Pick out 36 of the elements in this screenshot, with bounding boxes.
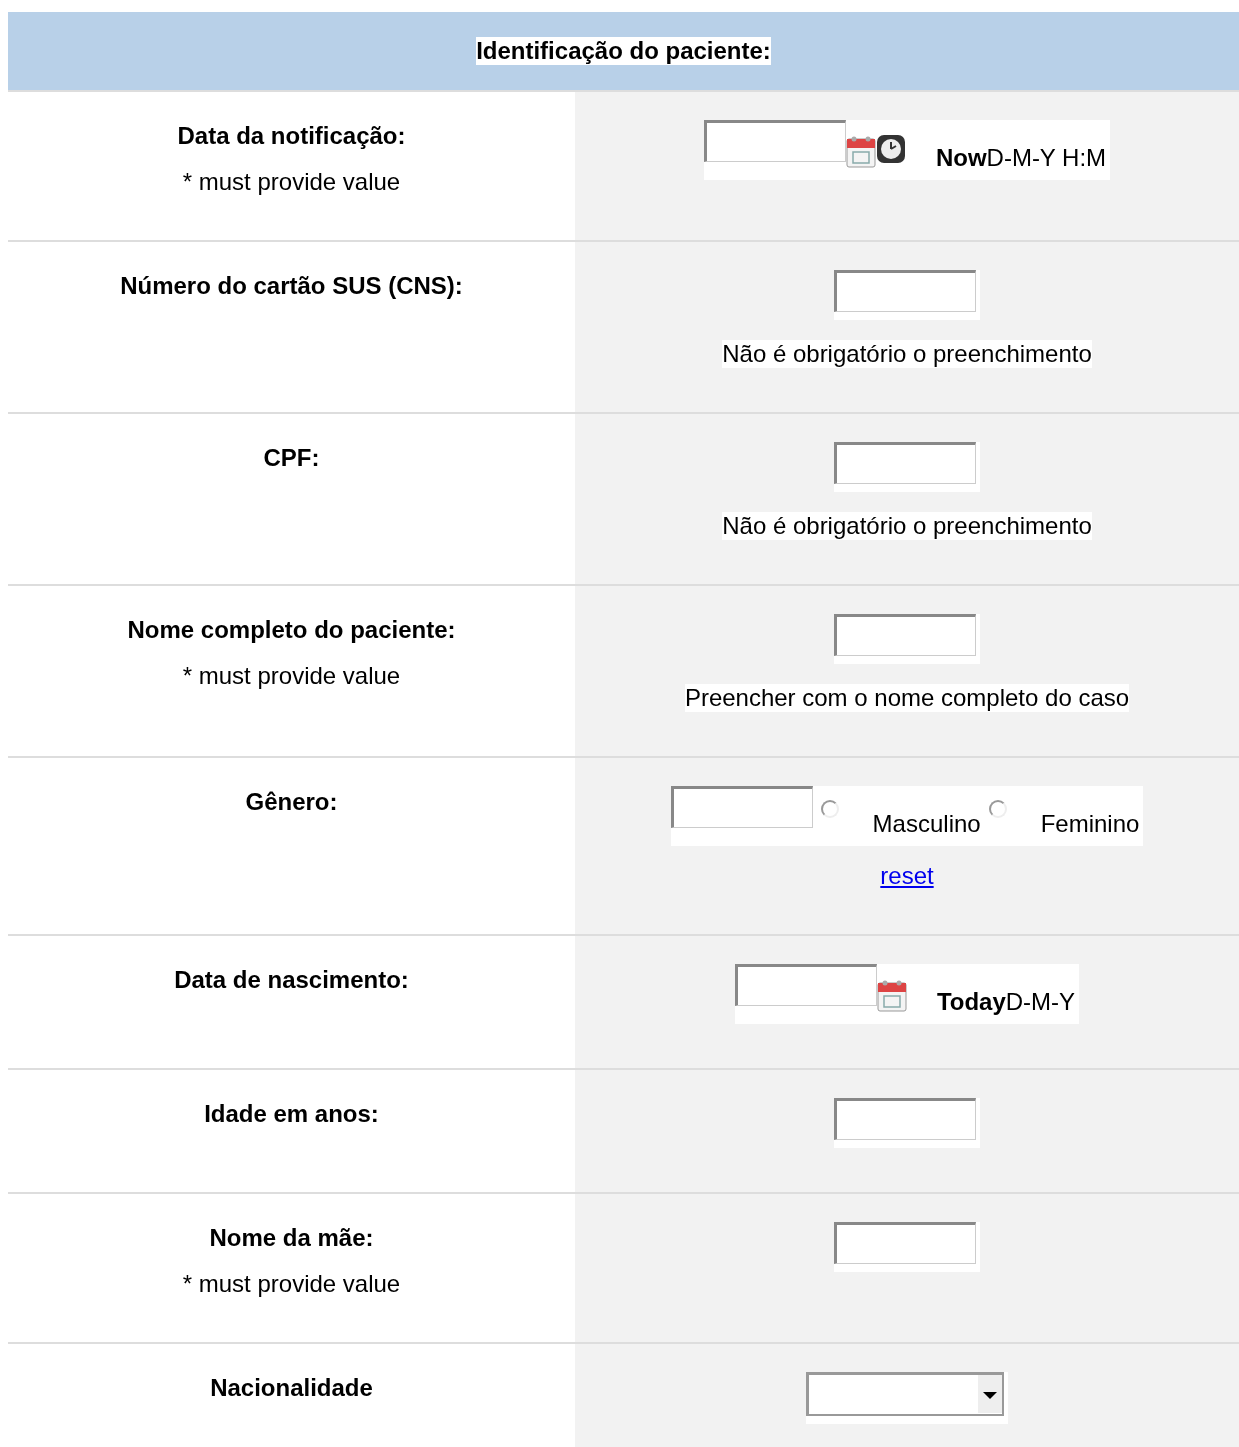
field-label: Idade em anos:: [203, 1100, 380, 1129]
text-field[interactable]: [834, 614, 976, 656]
now-button[interactable]: Now: [935, 144, 987, 171]
field-label: CPF:: [262, 444, 321, 473]
date-field[interactable]: [703, 120, 846, 162]
field-label: Nacionalidade: [209, 1374, 374, 1403]
calendar-icon[interactable]: [876, 978, 907, 1012]
field-hint: Preencher com o nome completo do caso: [684, 684, 1130, 712]
field-label: Gênero:: [244, 788, 339, 817]
field-label: Data de nascimento:: [173, 966, 410, 995]
required-note: * must provide value: [181, 168, 402, 196]
calendar-icon[interactable]: [845, 134, 876, 168]
field-label: Data da notificação:: [176, 122, 407, 151]
text-field[interactable]: [834, 1222, 976, 1264]
radio-button[interactable]: [988, 800, 1007, 818]
now-button[interactable]: Today: [936, 988, 1006, 1015]
field-hint: Não é obrigatório o preenchimento: [722, 340, 1092, 368]
clock-icon[interactable]: [875, 134, 906, 164]
section-title: Identificação do paciente:: [476, 37, 771, 65]
field-label: Número do cartão SUS (CNS):: [119, 272, 464, 301]
radio-label: Masculino: [872, 810, 981, 838]
text-field[interactable]: [670, 786, 813, 828]
text-field[interactable]: [834, 1098, 976, 1140]
date-field[interactable]: [734, 964, 877, 1006]
date-format-hint: D-M-Y H:M: [986, 144, 1107, 171]
date-format-hint: D-M-Y: [1005, 988, 1076, 1015]
field-hint: Não é obrigatório o preenchimento: [722, 512, 1092, 540]
reset-link[interactable]: reset: [880, 862, 934, 890]
required-note: * must provide value: [181, 662, 402, 690]
text-field[interactable]: [834, 270, 976, 312]
required-note: * must provide value: [181, 1270, 402, 1298]
radio-label: Feminino: [1040, 810, 1140, 838]
radio-button[interactable]: [820, 800, 839, 818]
field-label: Nome da mãe:: [208, 1224, 375, 1253]
field-label: Nome completo do paciente:: [126, 616, 457, 645]
text-field[interactable]: [834, 442, 976, 484]
